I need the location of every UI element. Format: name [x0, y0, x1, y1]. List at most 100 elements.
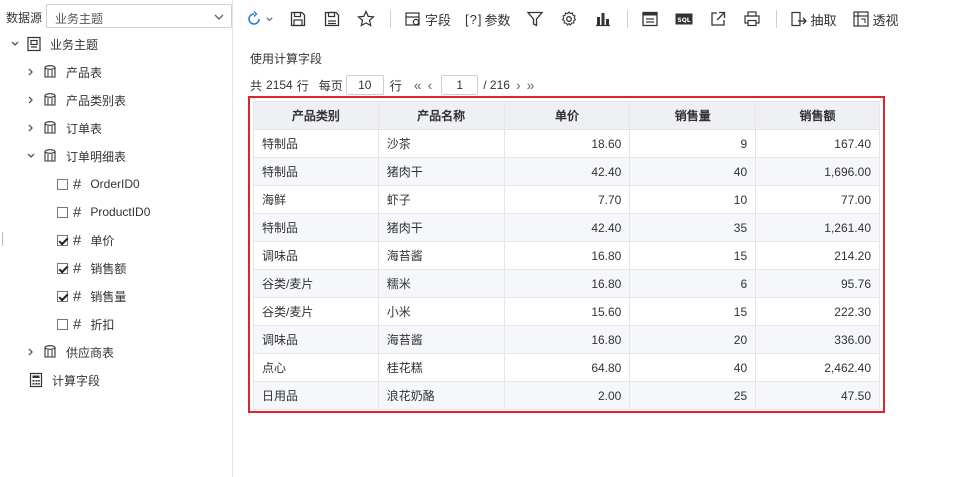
table-cell: 20 [629, 325, 757, 354]
column-header[interactable]: 产品类别 [253, 101, 379, 130]
tree-item-table[interactable]: 产品表 [26, 58, 102, 86]
field-item[interactable]: # 销售量 [57, 282, 126, 310]
column-header[interactable]: 销售额 [755, 101, 880, 130]
column-header[interactable]: 单价 [503, 101, 631, 130]
gear-icon [561, 11, 576, 26]
table-cell: 浪花奶酪 [377, 381, 505, 410]
table-cell: 77.00 [755, 185, 880, 214]
pivot-button[interactable]: 透视 [851, 7, 899, 31]
refresh-button[interactable] [244, 7, 274, 31]
tree-item-label: 产品类别表 [66, 93, 127, 108]
tree-item-label: 订单表 [66, 121, 103, 136]
per-page-input[interactable]: 10 [345, 75, 384, 95]
page-input[interactable]: 1 [441, 75, 479, 95]
param-button[interactable]: [?] 参数 [465, 7, 510, 31]
param-button-label: 参数 [484, 12, 511, 28]
table-cell: 42.40 [503, 157, 631, 186]
field-checkbox[interactable] [57, 262, 68, 274]
table-cell: 谷类/麦片 [253, 269, 379, 298]
result-grid: 产品类别 产品名称 单价 销售量 销售额 特制品 沙茶 18.60 9 167.40 特… [248, 96, 885, 413]
field-checkbox[interactable] [57, 318, 68, 330]
chevron-right-icon[interactable] [26, 67, 36, 77]
calculator-icon [29, 372, 43, 388]
field-checkbox[interactable] [57, 206, 68, 218]
table-cell: 15.60 [503, 297, 631, 326]
settings-button[interactable] [559, 7, 579, 31]
field-checkbox[interactable] [57, 290, 68, 302]
field-item[interactable]: # 销售额 [57, 254, 126, 282]
chevron-down-icon[interactable] [10, 39, 20, 49]
export-button[interactable] [708, 7, 728, 31]
filter-button[interactable] [525, 7, 545, 31]
chevron-right-icon[interactable] [26, 123, 36, 133]
field-label: OrderID0 [90, 177, 140, 191]
tree-item-table[interactable]: 供应商表 [26, 338, 114, 366]
chevron-right-icon[interactable] [26, 347, 36, 357]
column-header[interactable]: 产品名称 [377, 101, 505, 130]
page-total: / 216 [483, 78, 510, 92]
table-icon [44, 93, 56, 106]
field-settings-icon [405, 12, 420, 26]
tree-item-label: 产品表 [66, 65, 103, 80]
table-cell: 海鲜 [253, 185, 379, 214]
save-button[interactable] [288, 7, 308, 31]
table-cell: 42.40 [503, 213, 631, 242]
printer-icon [743, 11, 760, 27]
field-item[interactable]: # ProductID0 [57, 198, 150, 226]
refresh-icon [248, 11, 260, 25]
table-cell: 16.80 [503, 269, 631, 298]
tree-item-table[interactable]: 产品类别表 [26, 86, 126, 114]
tree-item-label: 供应商表 [66, 345, 115, 360]
next-page-icon[interactable]: › [516, 77, 521, 93]
tree-item-label: 订单明细表 [66, 149, 127, 164]
field-checkbox[interactable] [57, 234, 68, 246]
table-cell: 40 [629, 353, 757, 382]
table-row: 谷类/麦片 糯米 16.80 6 95.76 [253, 269, 880, 298]
tree-item-table-expanded[interactable]: 订单明细表 [26, 142, 126, 170]
datasource-select[interactable]: 业务主题 [46, 4, 232, 28]
table-cell: 40 [629, 157, 757, 186]
field-item[interactable]: # 单价 [57, 226, 114, 254]
total-value: 2154 [266, 78, 293, 92]
extract-button-label: 抽取 [810, 12, 837, 28]
star-icon [357, 10, 375, 27]
table-cell: 9 [629, 129, 757, 158]
table-cell: 2,462.40 [755, 353, 880, 382]
tree-item-table[interactable]: 订单表 [26, 114, 102, 142]
number-field-icon: # [73, 175, 82, 193]
table-icon [44, 121, 56, 134]
chart-button[interactable] [593, 7, 613, 31]
last-page-icon[interactable]: » [527, 77, 535, 93]
table-cell: 点心 [253, 353, 379, 382]
extract-button[interactable]: 抽取 [789, 7, 837, 31]
pivot-icon [852, 11, 869, 27]
table-cell: 64.80 [503, 353, 631, 382]
tree-item-calc[interactable]: 计算字段 [28, 366, 100, 394]
tree-root[interactable]: 业务主题 [10, 30, 98, 58]
favorite-button[interactable] [356, 7, 376, 31]
number-field-icon: # [73, 259, 82, 277]
sql-button[interactable]: SQL [674, 7, 694, 31]
table-cell: 特制品 [253, 213, 379, 242]
prev-page-icon[interactable]: ‹ [428, 77, 433, 93]
save-as-button[interactable] [322, 7, 342, 31]
table-cell: 16.80 [503, 241, 631, 270]
field-item[interactable]: # OrderID0 [57, 170, 140, 198]
table-view-button[interactable] [640, 7, 660, 31]
chevron-right-icon[interactable] [26, 95, 36, 105]
first-page-icon[interactable]: « [414, 77, 422, 93]
chevron-down-icon[interactable] [26, 151, 36, 161]
save-as-icon [324, 11, 340, 27]
datasource-label: 数据源 [6, 11, 43, 25]
field-item[interactable]: # 折扣 [57, 310, 114, 338]
table-cell: 10 [629, 185, 757, 214]
field-button[interactable]: 字段 [403, 7, 451, 31]
resize-handle[interactable] [2, 232, 3, 246]
field-checkbox[interactable] [57, 178, 68, 190]
table-row: 特制品 沙茶 18.60 9 167.40 [253, 129, 880, 158]
toolbar-divider [775, 10, 777, 28]
print-button[interactable] [742, 7, 762, 31]
column-header[interactable]: 销售量 [629, 101, 757, 130]
table-cell: 猪肉干 [377, 157, 505, 186]
table-cell: 猪肉干 [377, 213, 505, 242]
